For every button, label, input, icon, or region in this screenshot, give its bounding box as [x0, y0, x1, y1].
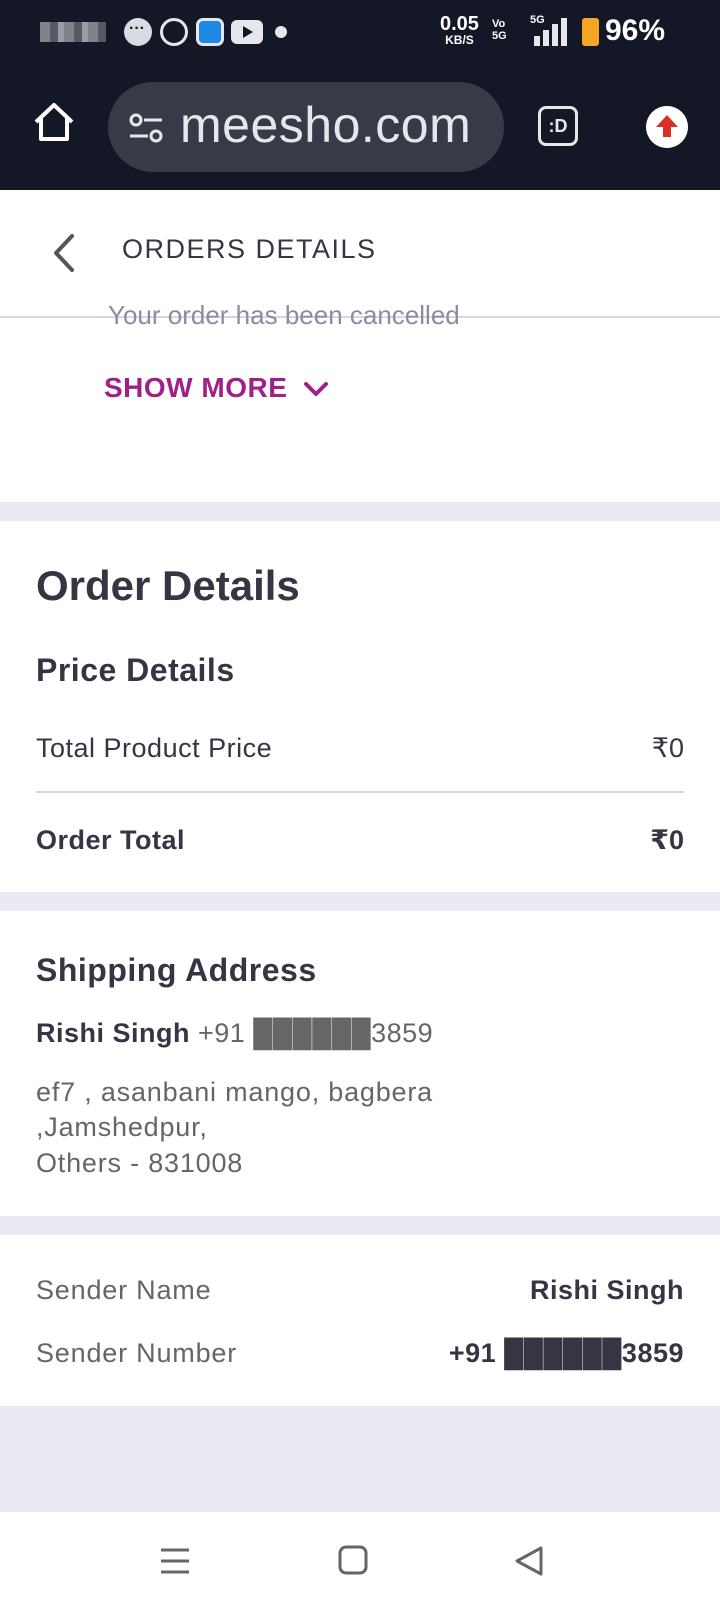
shipping-address-title: Shipping Address — [36, 952, 317, 988]
order-total-label: Order Total — [36, 825, 186, 855]
youtube-icon — [231, 20, 263, 44]
address-line: ef7 , asanbani mango, bagbera — [36, 1077, 433, 1107]
app-notification-icon — [196, 18, 224, 46]
battery-icon — [582, 18, 599, 46]
section-divider — [0, 502, 720, 521]
price-details-title: Price Details — [36, 652, 235, 688]
upload-arrow-icon[interactable] — [646, 106, 688, 148]
triangle-back-icon[interactable] — [512, 1544, 546, 1578]
price-divider — [36, 791, 684, 793]
app-header: ORDERS DETAILS — [0, 190, 720, 318]
recipient-name: Rishi Singh — [36, 1018, 190, 1048]
section-divider — [0, 892, 720, 911]
show-more-button[interactable]: SHOW MORE — [104, 372, 330, 404]
volte-indicator: Vo 5G — [492, 18, 507, 43]
square-icon[interactable] — [337, 1544, 369, 1576]
chevron-left-icon[interactable] — [48, 230, 78, 276]
network-speed-value: 0.05 — [440, 13, 479, 35]
order-status-text: Your order has been cancelled — [108, 300, 460, 328]
chevron-down-icon — [303, 381, 328, 396]
browser-toolbar: meesho.com :D — [0, 64, 720, 190]
page-bottom-filler — [0, 1406, 720, 1512]
system-nav-bar — [0, 1512, 720, 1612]
sender-name-value: Rishi Singh — [530, 1275, 684, 1305]
status-bar: 0.05 KB/S Vo5G 5G 96% — [0, 0, 720, 64]
total-product-price-label: Total Product Price — [36, 733, 273, 763]
menu-icon[interactable] — [158, 1544, 192, 1578]
address-line: ,Jamshedpur, — [36, 1112, 208, 1142]
tab-switcher-button[interactable]: :D — [538, 106, 578, 146]
url-bar[interactable]: meesho.com — [108, 82, 504, 172]
message-icon — [124, 18, 152, 46]
sender-number-label: Sender Number — [36, 1338, 237, 1368]
order-total-value: ₹0 — [650, 825, 684, 855]
recipient-phone: +91 ██████3859 — [198, 1018, 434, 1048]
home-icon[interactable] — [30, 98, 78, 146]
url-text[interactable]: meesho.com — [180, 96, 496, 154]
sender-name-label: Sender Name — [36, 1275, 212, 1305]
network-speed-unit: KB/S — [445, 33, 474, 47]
battery-percent: 96% — [605, 14, 666, 47]
whatsapp-icon — [160, 18, 188, 46]
network-type: 5G — [530, 14, 545, 26]
carrier-blurred — [40, 22, 106, 42]
address-line: Others - 831008 — [36, 1148, 244, 1178]
tune-icon[interactable] — [126, 108, 166, 148]
show-more-label: SHOW MORE — [104, 372, 288, 403]
total-product-price-value: ₹0 — [651, 733, 684, 763]
more-notifications-dot-icon — [275, 26, 287, 38]
page-title: ORDERS DETAILS — [122, 234, 377, 264]
order-details-title: Order Details — [36, 562, 300, 609]
sender-number-value: +91 ██████3859 — [448, 1338, 684, 1368]
section-divider — [0, 1216, 720, 1235]
network-speed: 0.05 KB/S — [440, 14, 479, 46]
